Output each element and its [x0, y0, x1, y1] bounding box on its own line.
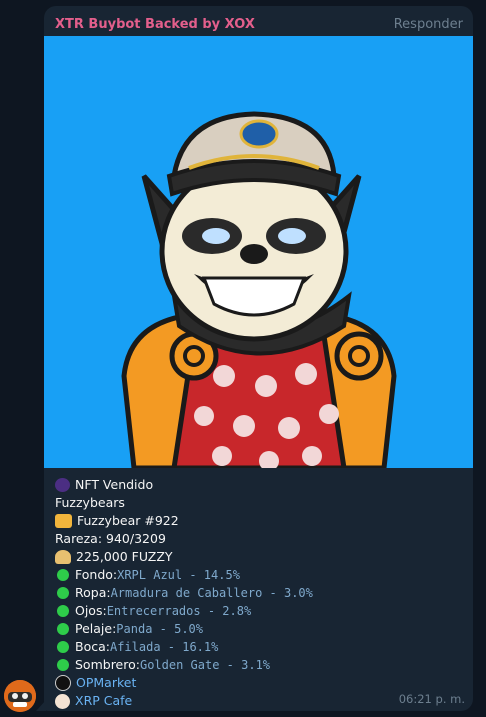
trait-value[interactable]: Armadura de Caballero - 3.0%	[111, 584, 313, 602]
trait-value[interactable]: Panda - 5.0%	[116, 620, 203, 638]
bear-emoji-icon	[55, 514, 72, 528]
fuzzybear-art	[44, 36, 473, 468]
trait-label: Boca:	[75, 639, 110, 654]
green-circle-icon	[57, 623, 69, 635]
trait-value[interactable]: Golden Gate - 3.1%	[140, 656, 270, 674]
sold-line: NFT Vendido	[55, 476, 465, 494]
trait-label: Ropa:	[75, 585, 111, 600]
green-circle-icon	[57, 659, 69, 671]
reply-button[interactable]: Responder	[394, 17, 463, 32]
price-text: 225,000 FUZZY	[76, 549, 173, 564]
green-circle-icon	[57, 641, 69, 653]
message-time: 06:21 p. m.	[398, 692, 465, 706]
green-circle-icon	[57, 605, 69, 617]
trait-row: Ropa: Armadura de Caballero - 3.0%	[55, 584, 465, 602]
bubble-tail	[36, 700, 46, 711]
trait-label: Sombrero:	[75, 657, 140, 672]
collection-name: Fuzzybears	[55, 495, 125, 510]
bear-avatar-icon	[4, 680, 36, 712]
item-name: Fuzzybear #922	[77, 513, 179, 528]
xrpcafe-link[interactable]: XRP Cafe	[75, 692, 132, 710]
trait-row: Sombrero: Golden Gate - 3.1%	[55, 656, 465, 674]
collection-line: Fuzzybears	[55, 494, 465, 512]
trait-value[interactable]: XRPL Azul - 14.5%	[117, 566, 240, 584]
nft-badge-icon	[55, 478, 70, 492]
green-circle-icon	[57, 569, 69, 581]
rarity-line: Rareza: 940/3209	[55, 530, 465, 548]
trait-label: Fondo:	[75, 567, 118, 582]
money-emoji-icon	[55, 550, 71, 564]
opmarket-logo-icon	[55, 675, 71, 691]
sold-label: NFT Vendido	[75, 477, 154, 492]
message-bubble: XTR Buybot Backed by XOX Responder NFT V…	[44, 6, 473, 711]
sender-name[interactable]: XTR Buybot Backed by XOX	[55, 17, 255, 32]
trait-row: Pelaje: Panda - 5.0%	[55, 620, 465, 638]
bot-avatar[interactable]	[4, 680, 36, 712]
item-line: Fuzzybear #922	[55, 512, 465, 530]
trait-row: Fondo: XRPL Azul - 14.5%	[55, 566, 465, 584]
rarity-text: Rareza: 940/3209	[55, 531, 166, 546]
opmarket-link[interactable]: OPMarket	[76, 674, 136, 692]
nft-image[interactable]	[44, 36, 473, 468]
xrpcafe-logo-icon	[55, 693, 70, 709]
trait-label: Ojos:	[75, 603, 107, 618]
trait-value[interactable]: Entrecerrados - 2.8%	[107, 602, 252, 620]
message-header: XTR Buybot Backed by XOX Responder	[55, 15, 463, 33]
trait-label: Pelaje:	[75, 621, 117, 636]
market-link-line: OPMarket	[55, 674, 465, 692]
trait-row: Boca: Afilada - 16.1%	[55, 638, 465, 656]
price-line: 225,000 FUZZY	[55, 548, 465, 566]
trait-row: Ojos: Entrecerrados - 2.8%	[55, 602, 465, 620]
trait-value[interactable]: Afilada - 16.1%	[110, 638, 218, 656]
message-text: NFT Vendido Fuzzybears Fuzzybear #922 Ra…	[55, 476, 465, 710]
green-circle-icon	[57, 587, 69, 599]
